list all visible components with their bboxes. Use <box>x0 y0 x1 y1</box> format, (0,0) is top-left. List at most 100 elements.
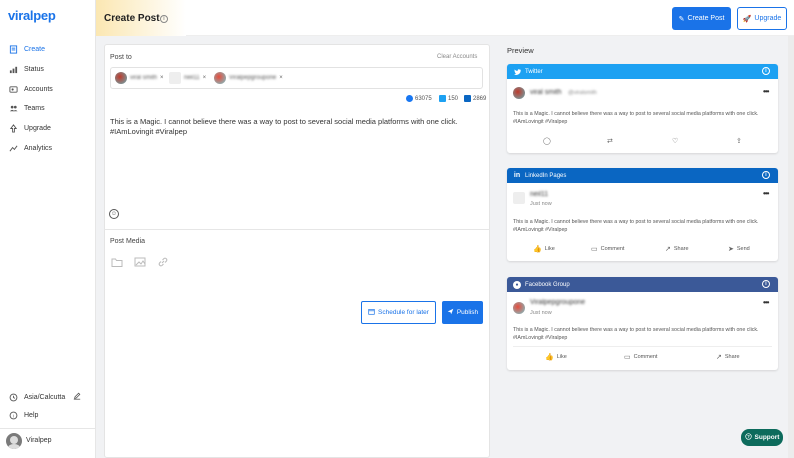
account-name: neil11 <box>184 75 200 81</box>
linkedin-char-count: 2869 <box>473 95 487 102</box>
create-post-button[interactable]: ✎ Create Post <box>672 7 731 30</box>
action-label: Comment <box>633 354 658 360</box>
support-label: Support <box>754 434 780 441</box>
sidebar-item-status[interactable]: Status <box>8 62 92 76</box>
linkedin-share-action[interactable]: ↗ Share <box>665 245 689 253</box>
action-label: Send <box>736 246 750 252</box>
sidebar-divider <box>0 428 96 429</box>
account-chip[interactable]: viral smith × <box>115 70 164 86</box>
linkedin-icon: in <box>513 172 521 179</box>
sidebar-item-label: Create <box>24 45 46 53</box>
twitter-header-label: Twitter <box>525 68 543 75</box>
linkedin-send-action[interactable]: ➤ Send <box>728 245 750 253</box>
publish-button[interactable]: Publish <box>442 301 483 324</box>
sidebar-item-label: Help <box>24 411 39 419</box>
retweet-icon[interactable]: ⇄ <box>607 137 613 145</box>
post-text-editor[interactable]: This is a Magic. I cannot believe there … <box>110 117 470 137</box>
reply-icon[interactable]: ◯ <box>543 137 551 145</box>
analytics-icon <box>8 143 18 153</box>
send-icon: ➤ <box>728 246 734 253</box>
upload-folder-icon[interactable] <box>110 256 124 270</box>
facebook-like-action[interactable]: 👍 Like <box>545 353 567 361</box>
sidebar-item-label: Upgrade <box>24 124 51 132</box>
linkedin-header-label: LinkedIn Pages <box>525 172 567 179</box>
account-chip[interactable]: Viralpepgroupone × <box>214 70 283 86</box>
scrollbar[interactable] <box>788 36 794 458</box>
twitter-preview-header: Twitter i <box>507 64 778 79</box>
user-avatar[interactable] <box>6 433 22 449</box>
clock-icon <box>8 392 18 402</box>
rocket-icon: 🚀 <box>742 15 752 23</box>
like-heart-icon[interactable]: ♡ <box>672 137 678 145</box>
schedule-later-label: Schedule for later <box>378 309 429 316</box>
sidebar-item-analytics[interactable]: Analytics <box>8 141 92 155</box>
post-composer <box>104 44 490 458</box>
post-text-line: This is a Magic. I cannot believe there … <box>513 327 759 333</box>
info-icon[interactable]: i <box>762 67 770 75</box>
facebook-header-label: Facebook Group <box>525 281 570 288</box>
thumbs-up-icon: 👍 <box>545 354 554 361</box>
info-icon[interactable]: i <box>762 171 770 179</box>
sidebar-item-teams[interactable]: Teams <box>8 101 92 115</box>
facebook-time: Just now <box>530 310 552 316</box>
linkedin-icon <box>464 95 471 102</box>
sidebar-item-upgrade[interactable]: Upgrade <box>8 121 92 135</box>
more-options-icon[interactable]: ••• <box>763 298 769 307</box>
support-button[interactable]: ? Support <box>741 429 783 446</box>
share-arrow-icon: ↗ <box>665 246 671 253</box>
more-options-icon[interactable]: ••• <box>763 189 769 198</box>
account-chip[interactable]: neil11 × <box>169 70 206 86</box>
link-icon[interactable] <box>156 256 170 270</box>
edit-timezone-icon[interactable] <box>73 392 81 402</box>
facebook-icon <box>406 95 413 102</box>
share-icon[interactable]: ⇪ <box>736 137 742 145</box>
twitter-char-count: 150 <box>448 95 459 102</box>
twitter-icon <box>439 95 446 102</box>
sidebar-item-help[interactable]: i Help <box>8 408 92 422</box>
remove-account-icon[interactable]: × <box>160 75 164 81</box>
upgrade-button[interactable]: 🚀 Upgrade <box>737 7 787 30</box>
image-icon[interactable] <box>133 256 147 270</box>
clear-accounts-link[interactable]: Clear Accounts <box>437 54 477 60</box>
remove-account-icon[interactable]: × <box>279 75 283 81</box>
linkedin-avatar <box>513 192 525 204</box>
sidebar-item-create[interactable]: Create <box>8 42 92 56</box>
preview-title: Preview <box>507 46 534 55</box>
thumbs-up-icon: 👍 <box>533 246 542 253</box>
linkedin-char-limit: 2869 <box>464 95 486 102</box>
comment-icon: ▭ <box>624 354 631 361</box>
edit-icon: ✎ <box>678 15 685 23</box>
facebook-share-action[interactable]: ↗ Share <box>716 353 740 361</box>
info-icon[interactable]: i <box>160 15 168 23</box>
account-name: Viralpepgroupone <box>229 75 277 81</box>
twitter-icon <box>513 68 521 76</box>
sidebar-item-accounts[interactable]: Accounts <box>8 82 92 96</box>
timezone-label: Asia/Calcutta <box>24 393 66 401</box>
emoji-icon[interactable]: ☺ <box>109 209 119 219</box>
facebook-preview-header: ● Facebook Group i <box>507 277 778 292</box>
linkedin-comment-action[interactable]: ▭ Comment <box>591 245 624 253</box>
account-avatar <box>115 72 127 84</box>
accounts-selector[interactable] <box>110 67 483 89</box>
info-icon[interactable]: i <box>762 280 770 288</box>
linkedin-post-text: This is a Magic. I cannot believe there … <box>513 218 773 234</box>
app-logo[interactable]: viralpep <box>8 8 56 23</box>
post-to-label: Post to <box>110 54 132 61</box>
facebook-comment-action[interactable]: ▭ Comment <box>624 353 657 361</box>
facebook-post-text: This is a Magic. I cannot believe there … <box>513 326 773 342</box>
more-options-icon[interactable]: ••• <box>763 87 769 96</box>
facebook-char-limit: 63075 <box>406 95 432 102</box>
remove-account-icon[interactable]: × <box>203 75 207 81</box>
linkedin-time: Just now <box>530 201 552 207</box>
sidebar-item-label: Status <box>24 65 44 73</box>
twitter-char-limit: 150 <box>439 95 458 102</box>
twitter-post-text: This is a Magic. I cannot believe there … <box>513 110 773 126</box>
action-label: Share <box>673 246 689 252</box>
schedule-later-button[interactable]: Schedule for later <box>361 301 436 324</box>
facebook-char-count: 63075 <box>415 95 432 102</box>
twitter-avatar <box>513 87 525 99</box>
help-icon: i <box>8 410 18 420</box>
linkedin-like-action[interactable]: 👍 Like <box>533 245 555 253</box>
user-name: Viralpep <box>26 437 52 444</box>
post-text-line: This is a Magic. I cannot believe there … <box>110 117 458 126</box>
